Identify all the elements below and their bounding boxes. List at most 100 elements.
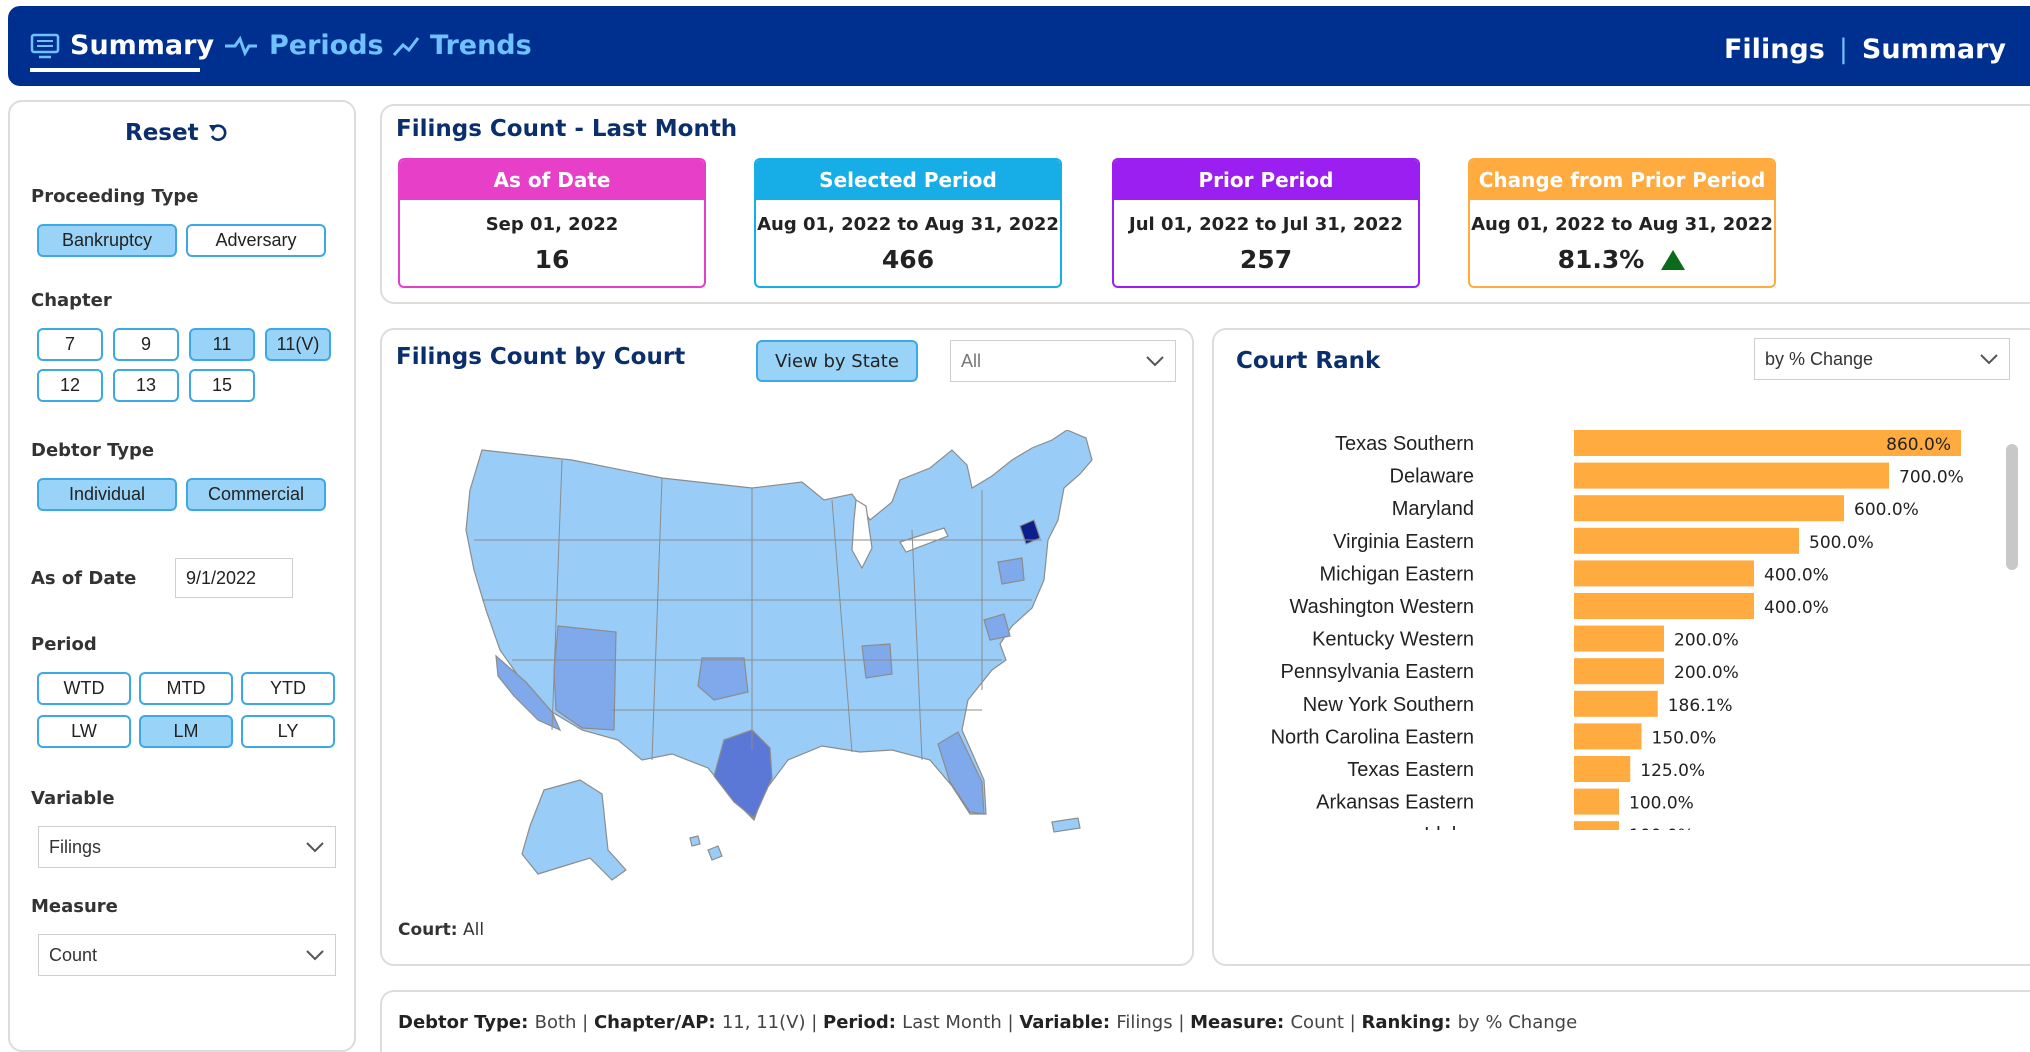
chip-period-lw[interactable]: LW	[37, 715, 131, 748]
bar-value-label: 150.0%	[1652, 728, 1717, 748]
chip-chapter-11[interactable]: 11	[189, 328, 255, 361]
footer-item-label: Debtor Type:	[398, 1012, 535, 1033]
map-region-arkansas-eastern[interactable]	[861, 643, 893, 679]
view-by-state-button[interactable]: View by State	[756, 340, 918, 382]
bar[interactable]	[1574, 658, 1664, 685]
map-region-texas-southern[interactable]	[713, 729, 773, 819]
measure-dropdown-value: Count	[49, 944, 98, 965]
us-court-map[interactable]	[452, 430, 1152, 890]
footer-item-value: Last Month	[902, 1012, 1002, 1033]
kpi-card-as-of-date: As of Date Sep 01, 2022 16	[398, 158, 706, 288]
tab-periods[interactable]: Periods	[223, 30, 384, 61]
reset-label: Reset	[125, 120, 199, 146]
bar[interactable]	[1574, 756, 1631, 782]
bar[interactable]	[1574, 495, 1844, 522]
bar[interactable]	[1574, 821, 1619, 830]
kpi-card-date: Aug 01, 2022 to Aug 31, 2022	[757, 214, 1059, 235]
bar-value-label: 100.0%	[1629, 826, 1694, 830]
chevron-down-icon	[306, 842, 324, 853]
measure-label: Measure	[31, 896, 118, 917]
filter-summary-footer: Debtor Type: Both | Chapter/AP: 11, 11(V…	[380, 990, 2030, 1052]
kpi-panel-title: Filings Count - Last Month	[396, 116, 738, 142]
chip-adversary[interactable]: Adversary	[186, 224, 326, 257]
monitor-icon	[30, 33, 60, 58]
variable-dropdown[interactable]: Filings	[38, 826, 336, 868]
kpi-card-value: 257	[1114, 245, 1418, 274]
top-nav-bar: Summary Periods Trends Filings | Summary	[8, 6, 2030, 86]
footer-separator: |	[1343, 1012, 1362, 1033]
bar[interactable]	[1574, 723, 1642, 750]
bar-category-label: New York Southern	[1303, 694, 1474, 716]
chip-period-ly[interactable]: LY	[241, 715, 335, 748]
footer-separator: |	[1001, 1012, 1020, 1033]
bar-value-label: 400.0%	[1764, 598, 1829, 618]
chip-chapter-13[interactable]: 13	[113, 369, 179, 402]
footer-item-label: Variable:	[1019, 1012, 1117, 1033]
footer-item-value: 11, 11(V)	[721, 1012, 806, 1033]
chip-period-wtd[interactable]: WTD	[37, 672, 131, 705]
chip-chapter-11v[interactable]: 11(V)	[265, 328, 331, 361]
as-of-date-input[interactable]: 9/1/2022	[175, 558, 293, 598]
bar[interactable]	[1574, 593, 1754, 619]
court-selection: Court: All	[398, 920, 484, 940]
bar-value-label: 100.0%	[1629, 794, 1694, 814]
variable-label: Variable	[31, 788, 115, 809]
tab-summary[interactable]: Summary	[30, 30, 214, 61]
bar-category-label: Idaho	[1424, 824, 1474, 830]
chevron-down-icon	[1980, 354, 1998, 365]
map-region-pennsylvania-eastern[interactable]	[997, 557, 1025, 585]
chip-individual[interactable]: Individual	[37, 478, 177, 511]
chip-period-ytd[interactable]: YTD	[241, 672, 335, 705]
bar[interactable]	[1574, 625, 1664, 652]
footer-item-label: Ranking:	[1361, 1012, 1458, 1033]
footer-separator: |	[576, 1012, 594, 1033]
kpi-value-text: 16	[534, 245, 570, 274]
kpi-value-text: 466	[881, 245, 935, 274]
rank-sort-dropdown[interactable]: by % Change	[1754, 338, 2010, 380]
map-region-arizona[interactable]	[553, 625, 617, 731]
bar[interactable]	[1574, 690, 1658, 717]
chip-chapter-7[interactable]: 7	[37, 328, 103, 361]
kpi-card-date: Sep 01, 2022	[485, 214, 619, 235]
bar[interactable]	[1574, 462, 1889, 489]
bar[interactable]	[1574, 527, 1799, 554]
bar-value-label: 200.0%	[1674, 631, 1739, 651]
bar-category-label: Delaware	[1390, 466, 1474, 488]
map-region-hawaii-2[interactable]	[689, 835, 701, 847]
bar-value-label: 125.0%	[1640, 761, 1705, 781]
state-filter-dropdown[interactable]: All	[950, 340, 1176, 382]
debtor-type-label: Debtor Type	[31, 440, 155, 461]
kpi-card-change: Change from Prior Period Aug 01, 2022 to…	[1468, 158, 1776, 288]
reset-button[interactable]: Reset	[125, 120, 229, 146]
tab-trends[interactable]: Trends	[392, 30, 532, 61]
court-rank-bar-chart: Texas Southern 860.0% Delaware 700.0% Maryla…	[1271, 430, 1964, 830]
footer-item-label: Period:	[823, 1012, 903, 1033]
active-tab-indicator	[30, 68, 200, 72]
bar-category-label: Maryland	[1392, 498, 1474, 520]
rank-sort-value: by % Change	[1765, 348, 1874, 369]
chip-chapter-15[interactable]: 15	[189, 369, 255, 402]
chip-period-mtd[interactable]: MTD	[139, 672, 233, 705]
footer-item-value: Filings	[1116, 1012, 1173, 1033]
bar-category-label: Kentucky Western	[1312, 629, 1474, 651]
chip-period-lm[interactable]: LM	[139, 715, 233, 748]
map-region-puerto-rico[interactable]	[1051, 817, 1081, 833]
rank-panel-title: Court Rank	[1236, 348, 1381, 374]
chip-commercial[interactable]: Commercial	[186, 478, 326, 511]
chip-chapter-9[interactable]: 9	[113, 328, 179, 361]
kpi-value-text: 81.3%	[1557, 245, 1645, 274]
map-region-alaska[interactable]	[521, 779, 627, 881]
chip-chapter-12[interactable]: 12	[37, 369, 103, 402]
footer-separator: |	[805, 1012, 823, 1033]
chip-bankruptcy[interactable]: Bankruptcy	[37, 224, 177, 257]
court-map-panel: Filings Count by Court View by State All	[380, 328, 1194, 966]
bar-category-label: Arkansas Eastern	[1316, 792, 1474, 814]
bar[interactable]	[1574, 788, 1619, 815]
breadcrumb-separator: |	[1838, 34, 1848, 65]
rank-scrollbar[interactable]	[2006, 444, 2018, 570]
bar-value-label: 200.0%	[1674, 663, 1739, 683]
measure-dropdown[interactable]: Count	[38, 934, 336, 976]
map-region-hawaii[interactable]	[707, 845, 723, 861]
bar[interactable]	[1574, 560, 1754, 587]
kpi-card-date: Aug 01, 2022 to Aug 31, 2022	[1471, 214, 1773, 235]
